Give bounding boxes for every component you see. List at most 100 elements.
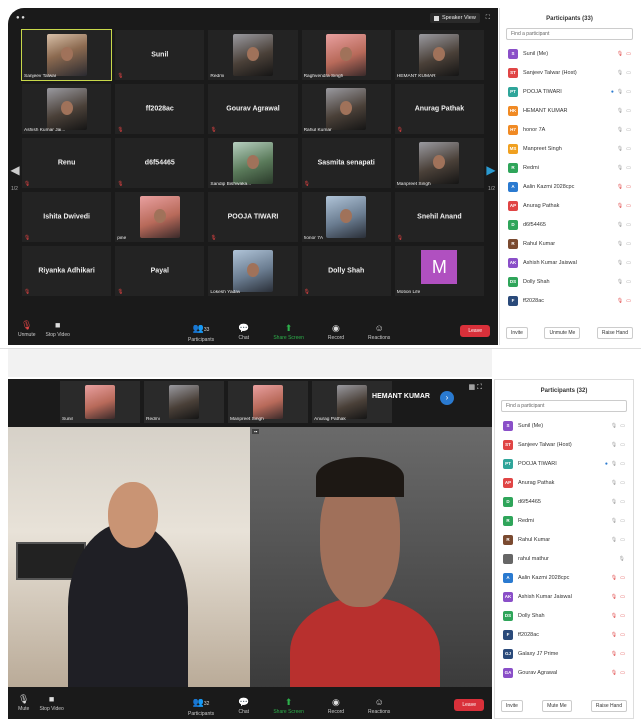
participants-button-2[interactable]: 👥32 Participants xyxy=(188,698,214,718)
participant-tile[interactable]: Raghvendra Singh xyxy=(301,30,391,80)
participant-tile[interactable]: Sasmita senapati 🎙 xyxy=(301,138,391,188)
leave-button[interactable]: Leave xyxy=(460,325,490,337)
participant-tile[interactable]: POOJA TIWARI 🎙 xyxy=(208,192,298,242)
participant-row[interactable]: Dd6f54465 🎙 ▭ xyxy=(500,215,639,234)
invite-button-2[interactable]: Invite xyxy=(501,700,523,712)
participant-tile[interactable]: Ishita Dwivedi 🎙 xyxy=(22,192,112,242)
participant-row[interactable]: GA Gourav Agrawal 🎙 ▭ xyxy=(495,663,633,682)
thumbnail-tile[interactable]: Sunil xyxy=(60,381,140,423)
participant-tile[interactable]: Gourav Agrawal 🎙 xyxy=(208,84,298,134)
participant-search-input-2[interactable]: Find a participant xyxy=(501,400,627,412)
participant-row[interactable]: MS Manpreet Singh 🎙 ▭ xyxy=(500,139,639,158)
participant-tile[interactable]: Sandip Bishwaka... xyxy=(208,138,298,188)
participants-button[interactable]: 👥33 Participants xyxy=(188,324,214,344)
mic-muted-icon: 🎙 xyxy=(303,289,310,295)
avatar: D xyxy=(508,219,518,230)
share-screen-button-2[interactable]: ⬆ Share Screen xyxy=(273,698,304,717)
participant-row[interactable]: HK HEMANT KUMAR 🎙 ▭ xyxy=(500,101,639,120)
participant-label: honor 7A xyxy=(303,236,324,241)
prev-page-arrow[interactable]: ◀ xyxy=(10,158,20,182)
share-screen-button[interactable]: ⬆ Share Screen xyxy=(273,324,304,343)
unmute-me-button[interactable]: Unmute Me xyxy=(544,327,581,339)
participant-row[interactable]: DS Dolly Shah 🎙 ▭ xyxy=(500,272,639,291)
participant-row[interactable]: R Rahul Kumar 🎙 ▭ xyxy=(495,530,633,549)
window-controls[interactable]: ● ● xyxy=(16,15,25,21)
participant-tile[interactable]: Ashish Kumar Jai... xyxy=(22,84,112,134)
participant-name: Renu xyxy=(57,159,76,167)
participant-row[interactable]: Fff2028ac 🎙 ▭ xyxy=(500,291,639,310)
participant-tile[interactable]: ff2028ac 🎙 xyxy=(115,84,205,134)
participant-row[interactable]: Dd6f54465 🎙 ▭ xyxy=(495,492,633,511)
participant-tile[interactable]: Sunil 🎙 xyxy=(115,30,205,80)
participant-row[interactable]: AK Ashish Kumar Jaiswal 🎙 ▭ xyxy=(500,253,639,272)
record-button-2[interactable]: ◉ Record xyxy=(328,698,344,717)
participant-row[interactable]: R Rahul Kumar 🎙 ▭ xyxy=(500,234,639,253)
participant-tile[interactable]: pine xyxy=(115,192,205,242)
participant-tile[interactable]: Rahul Kumar xyxy=(301,84,391,134)
next-thumbnails-icon[interactable]: › xyxy=(440,391,454,405)
participant-row[interactable]: AK Ashish Kumar Jaiswal 🎙 ▭ xyxy=(495,587,633,606)
thumbnail-tile[interactable]: Redmi xyxy=(144,381,224,423)
avatar: R xyxy=(503,534,513,545)
participant-row[interactable]: DS Dolly Shah 🎙 ▭ xyxy=(495,606,633,625)
participant-search-input[interactable]: Find a participant xyxy=(506,28,633,40)
participant-row[interactable]: rahul mathur 🎙 xyxy=(495,549,633,568)
mic-icon: 🎙 xyxy=(610,517,618,524)
participant-row[interactable]: H7 honor 7A 🎙 ▭ xyxy=(500,120,639,139)
participant-tile[interactable]: Snehil Anand 🎙 xyxy=(394,192,484,242)
thumbnail-tile[interactable]: Anurag Pathak xyxy=(312,381,392,423)
view-options-icon[interactable]: ▦ ⛶ xyxy=(469,383,482,392)
next-page-arrow[interactable]: ▶ xyxy=(486,158,496,182)
participant-row[interactable]: S Sunil (Me) 🎙 ▭ xyxy=(495,416,633,435)
mute-me-button[interactable]: Mute Me xyxy=(542,700,572,712)
participant-row[interactable]: Fff2028ac 🎙 ▭ xyxy=(495,625,633,644)
stop-video-button[interactable]: ■ Stop Video xyxy=(46,320,70,338)
chat-button[interactable]: 💬 Chat xyxy=(238,324,249,343)
mute-button[interactable]: 🎙 Mute xyxy=(18,694,29,712)
participant-label: Manpreet Singh xyxy=(396,182,431,187)
participant-row[interactable]: R Redmi 🎙 ▭ xyxy=(495,511,633,530)
record-button[interactable]: ◉ Record xyxy=(328,324,344,343)
participant-tile[interactable]: Redmi xyxy=(208,30,298,80)
participant-tile[interactable]: d6f54465 🎙 xyxy=(115,138,205,188)
speaker-view-button[interactable]: Speaker View xyxy=(429,13,480,23)
reactions-button-2[interactable]: ☺ Reactions xyxy=(368,698,390,717)
participant-tile[interactable]: honor 7A xyxy=(301,192,391,242)
participant-row[interactable]: A Aalin Kazmi 2028cpc 🎙 ▭ xyxy=(500,177,639,196)
leave-button-2[interactable]: Leave xyxy=(454,699,484,711)
participant-tile[interactable]: Payal 🎙 xyxy=(115,246,205,296)
participant-row[interactable]: PT POOJA TIWARI ● 🎙 ▭ xyxy=(500,82,639,101)
participant-row[interactable]: ST Sanjeev Talwar (Host) 🎙 ▭ xyxy=(495,435,633,454)
participant-tile[interactable]: M Motion Life xyxy=(394,246,484,296)
participant-row[interactable]: ST Sanjeev Talwar (Host) 🎙 ▭ xyxy=(500,63,639,82)
video-icon: ▭ xyxy=(626,107,631,114)
participant-row[interactable]: PT POOJA TIWARI ● 🎙 ▭ xyxy=(495,454,633,473)
participant-tile[interactable]: Sanjeev Talwar xyxy=(20,29,113,81)
participant-tile[interactable]: Riyanka Adhikari 🎙 xyxy=(22,246,112,296)
raise-hand-button-2[interactable]: Raise Hand xyxy=(590,700,627,712)
participant-tile[interactable]: Renu 🎙 xyxy=(22,138,112,188)
participant-tile[interactable]: HEMANT KUMAR xyxy=(394,30,484,80)
invite-button[interactable]: Invite xyxy=(506,327,528,339)
video-icon: ▭ xyxy=(626,145,631,152)
participant-tile[interactable]: Lokesh Yadav xyxy=(208,246,298,296)
mic-muted-icon: 🎙 xyxy=(117,127,124,133)
participant-tile[interactable]: Anurag Pathak 🎙 xyxy=(394,84,484,134)
thumbnail-tile[interactable]: Manpreet Singh xyxy=(228,381,308,423)
chat-button-2[interactable]: 💬 Chat xyxy=(238,698,249,717)
participant-row[interactable]: AP Anurag Pathak 🎙 ▭ xyxy=(500,196,639,215)
stop-video-button-2[interactable]: ■ Stop Video xyxy=(39,694,63,712)
participant-tile[interactable]: Dolly Shah 🎙 xyxy=(301,246,391,296)
participant-tile[interactable]: Manpreet Singh xyxy=(394,138,484,188)
participant-row[interactable]: R Redmi 🎙 ▭ xyxy=(500,158,639,177)
participant-row[interactable]: A Aalin Kazmi 2028cpc 🎙 ▭ xyxy=(495,568,633,587)
participant-row[interactable]: GJ Galaxy J7 Prime 🎙 ▭ xyxy=(495,644,633,663)
participant-row[interactable]: AP Anurag Pathak 🎙 ▭ xyxy=(495,473,633,492)
raise-hand-button[interactable]: Raise Hand xyxy=(596,327,633,339)
reactions-button[interactable]: ☺ Reactions xyxy=(368,324,390,343)
video-icon: ▭ xyxy=(620,498,625,505)
person-1-face xyxy=(108,482,158,548)
participant-row[interactable]: S Sunil (Me) 🎙 ▭ xyxy=(500,44,639,63)
unmute-button[interactable]: 🎙 Unmute xyxy=(18,320,36,338)
fullscreen-icon[interactable]: ⛶ xyxy=(486,15,490,22)
